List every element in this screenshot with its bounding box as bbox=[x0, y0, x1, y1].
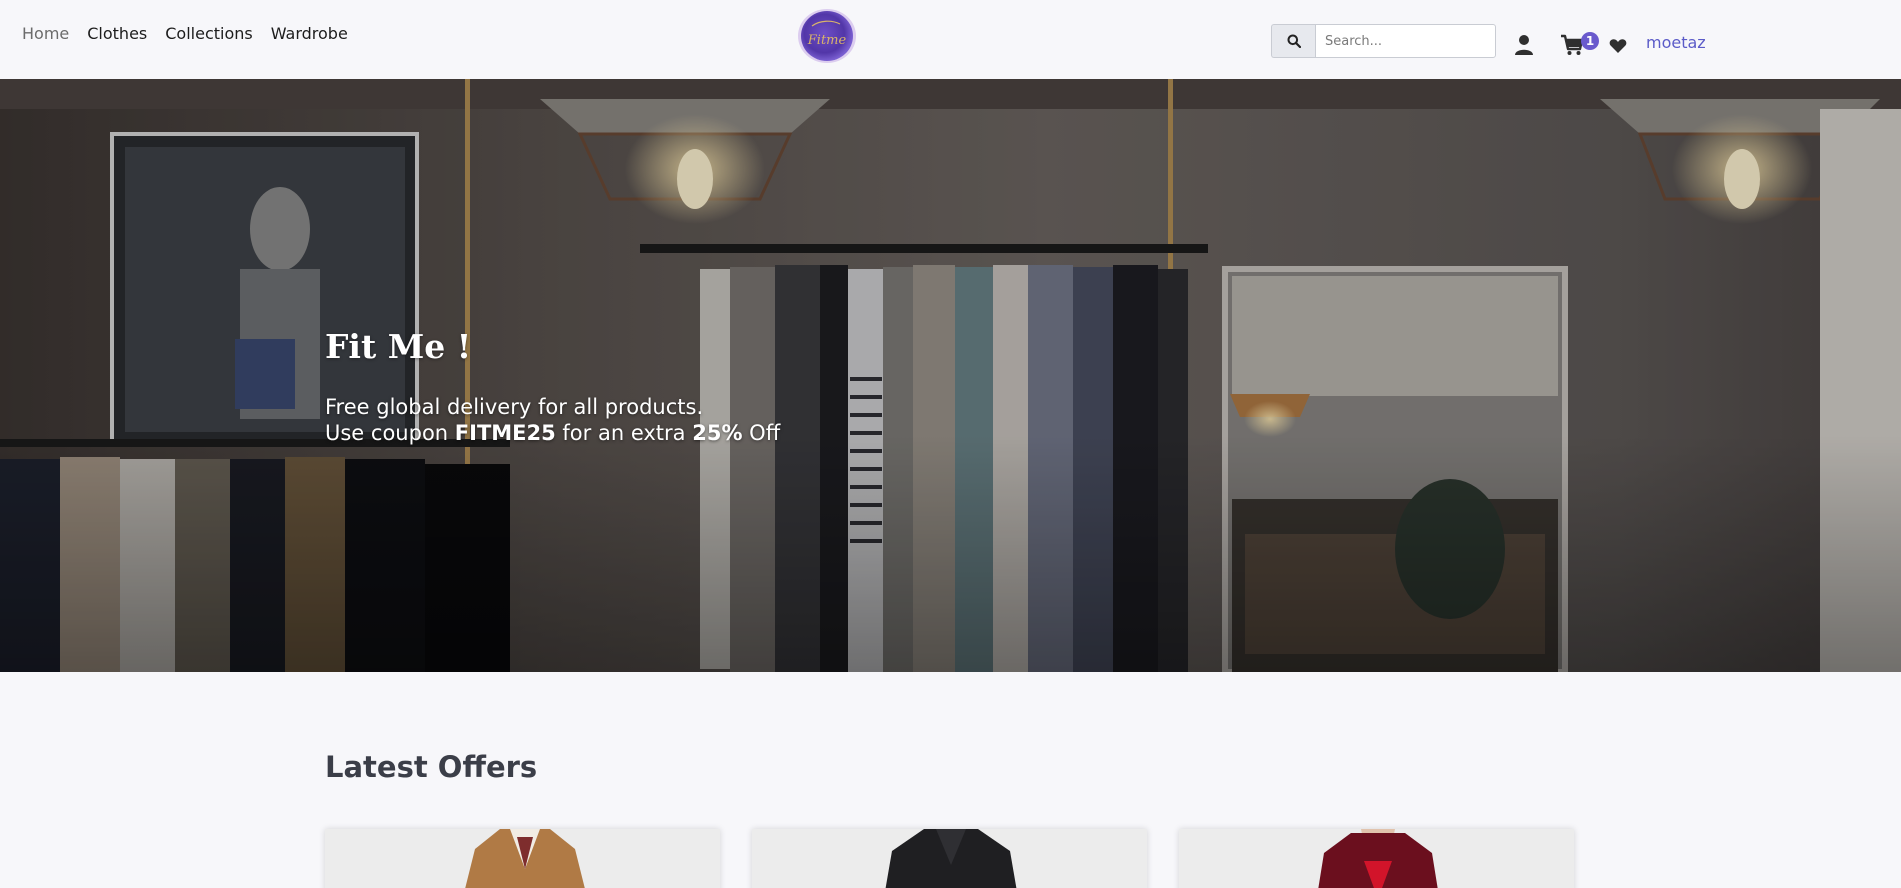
search-bar bbox=[1271, 24, 1496, 58]
nav-clothes[interactable]: Clothes bbox=[87, 24, 147, 43]
offer-card[interactable] bbox=[325, 829, 720, 888]
search-input[interactable] bbox=[1315, 24, 1496, 58]
latest-offers-heading: Latest Offers bbox=[325, 750, 538, 784]
main-nav: Home Clothes Collections Wardrobe bbox=[22, 24, 348, 43]
offer-image-black-blazer bbox=[752, 829, 1147, 888]
nav-home[interactable]: Home bbox=[22, 24, 69, 43]
hero-background-image bbox=[0, 79, 1901, 672]
nav-wardrobe[interactable]: Wardrobe bbox=[271, 24, 348, 43]
cart-icon[interactable] bbox=[1560, 34, 1584, 56]
top-navbar: Home Clothes Collections Wardrobe Fitme bbox=[0, 0, 1901, 79]
username-link[interactable]: moetaz bbox=[1646, 33, 1706, 52]
heart-icon[interactable] bbox=[1609, 38, 1627, 54]
coupon-text-suffix: Off bbox=[742, 421, 781, 445]
hero-delivery-text: Free global delivery for all products. bbox=[325, 395, 704, 419]
offer-card[interactable] bbox=[752, 829, 1147, 888]
coupon-discount: 25% bbox=[692, 421, 743, 445]
offer-card[interactable] bbox=[1179, 829, 1574, 888]
logo-lettering: Fitme bbox=[807, 33, 847, 48]
offer-image-burgundy-blazer bbox=[1179, 829, 1574, 888]
search-icon bbox=[1287, 34, 1301, 48]
offer-image-brown-coat bbox=[325, 829, 720, 888]
hero-banner: Fit Me ! Free global delivery for all pr… bbox=[0, 79, 1901, 672]
coupon-text-prefix: Use coupon bbox=[325, 421, 455, 445]
coupon-code: FITME25 bbox=[454, 421, 556, 445]
search-button[interactable] bbox=[1271, 24, 1315, 58]
coupon-text-middle: for an extra bbox=[555, 421, 693, 445]
brand-logo[interactable]: Fitme bbox=[796, 6, 858, 66]
user-icon[interactable] bbox=[1514, 34, 1534, 56]
nav-collections[interactable]: Collections bbox=[165, 24, 252, 43]
cart-count-badge: 1 bbox=[1581, 32, 1599, 50]
hero-title: Fit Me ! bbox=[325, 327, 472, 366]
hero-coupon-text: Use coupon FITME25 for an extra 25% Off bbox=[325, 421, 780, 445]
